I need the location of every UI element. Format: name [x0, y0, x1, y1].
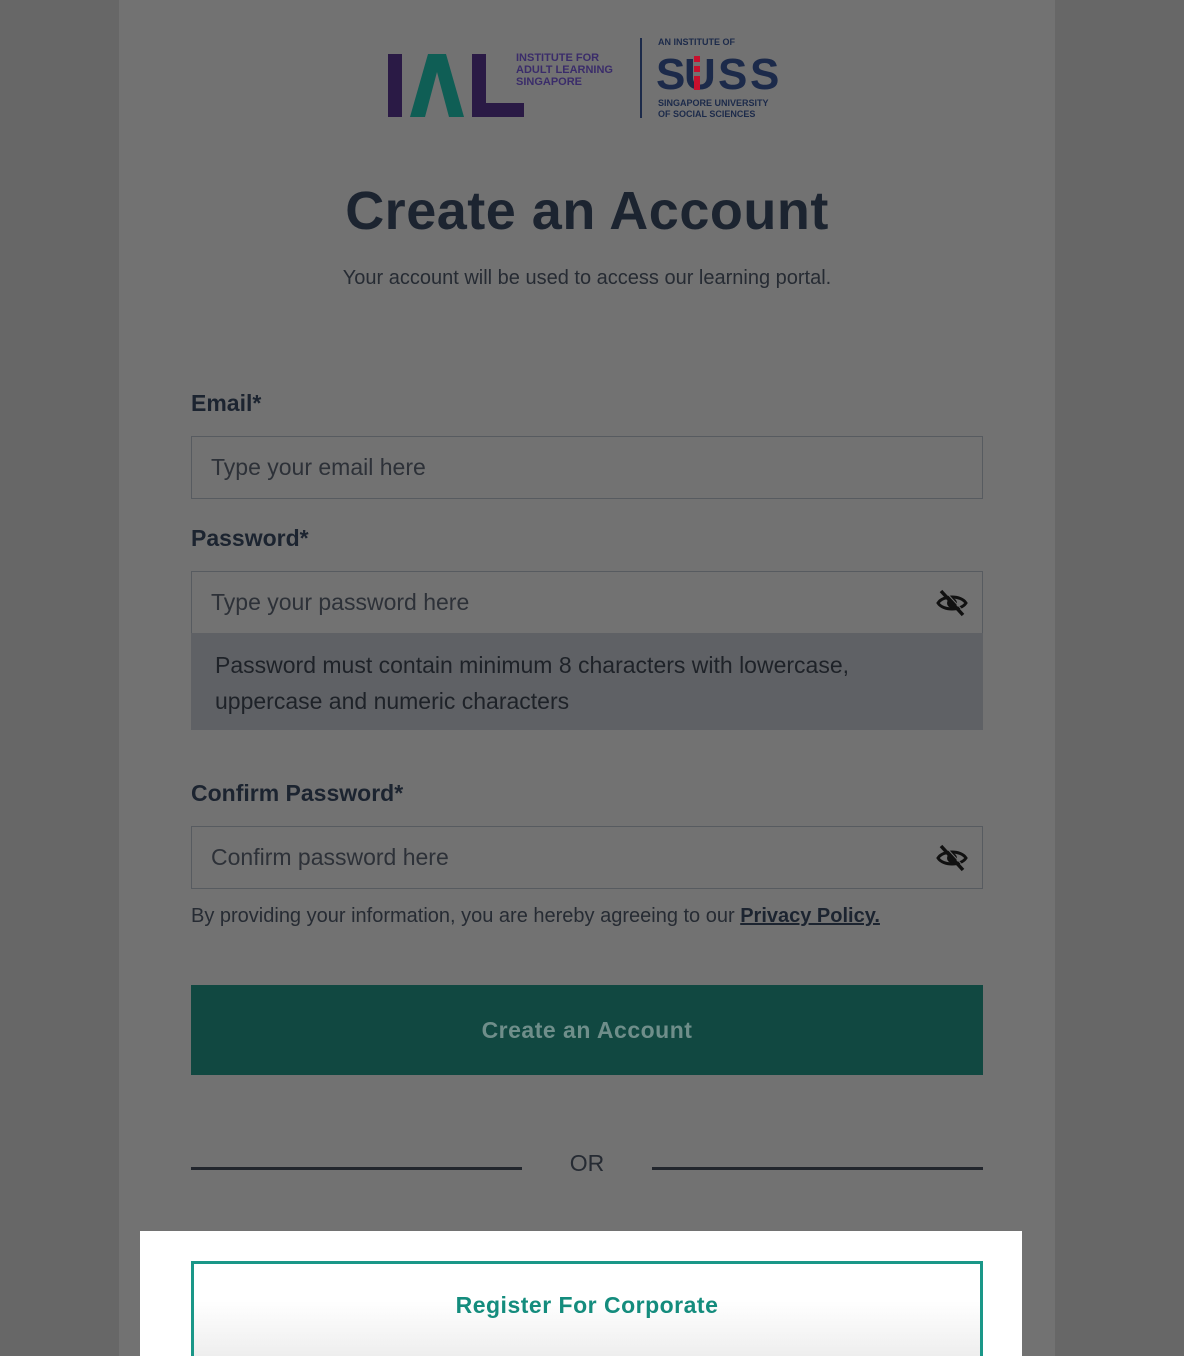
confirm-password-label: Confirm Password*	[191, 780, 404, 806]
create-account-button[interactable]: Create an Account	[191, 985, 983, 1075]
eye-slash-icon[interactable]	[936, 842, 968, 874]
password-field-wrapper	[191, 571, 983, 634]
eye-slash-icon[interactable]	[936, 587, 968, 619]
suss-tagline: AN INSTITUTE OF	[658, 37, 735, 47]
svg-text:S: S	[656, 50, 686, 99]
page-title: Create an Account	[345, 181, 829, 241]
privacy-policy-link[interactable]: Privacy Policy.	[740, 905, 880, 927]
divider-line-right	[652, 1167, 983, 1170]
agreement-text: By providing your information, you are h…	[191, 905, 741, 927]
page-subtitle: Your account will be used to access our …	[342, 267, 832, 289]
privacy-agreement: By providing your information, you are h…	[191, 905, 880, 928]
divider-line-left	[191, 1167, 522, 1170]
ial-name-line-2: ADULT LEARNING	[516, 64, 613, 76]
svg-text:S: S	[718, 50, 747, 99]
svg-text:S: S	[750, 50, 779, 99]
password-input[interactable]	[211, 589, 911, 616]
email-field-wrapper	[191, 436, 983, 499]
confirm-password-input[interactable]	[211, 844, 911, 871]
or-divider-text: OR	[569, 1150, 605, 1176]
register-corporate-button[interactable]: Register For Corporate	[191, 1261, 983, 1356]
email-label: Email*	[191, 390, 262, 416]
suss-name-line-1: SINGAPORE UNIVERSITY	[658, 98, 769, 108]
suss-name-line-2: OF SOCIAL SCIENCES	[658, 109, 755, 119]
ial-name-line-3: SINGAPORE	[516, 76, 582, 88]
ial-suss-logo: INSTITUTE FOR ADULT LEARNING SINGAPORE A…	[388, 36, 788, 122]
password-requirements-hint: Password must contain minimum 8 characte…	[191, 633, 983, 730]
backdrop-right	[1055, 0, 1184, 1356]
backdrop-left	[0, 0, 119, 1356]
ial-name-line-1: INSTITUTE FOR	[516, 52, 599, 64]
password-label: Password*	[191, 525, 309, 551]
confirm-password-field-wrapper	[191, 826, 983, 889]
email-input[interactable]	[211, 454, 911, 481]
